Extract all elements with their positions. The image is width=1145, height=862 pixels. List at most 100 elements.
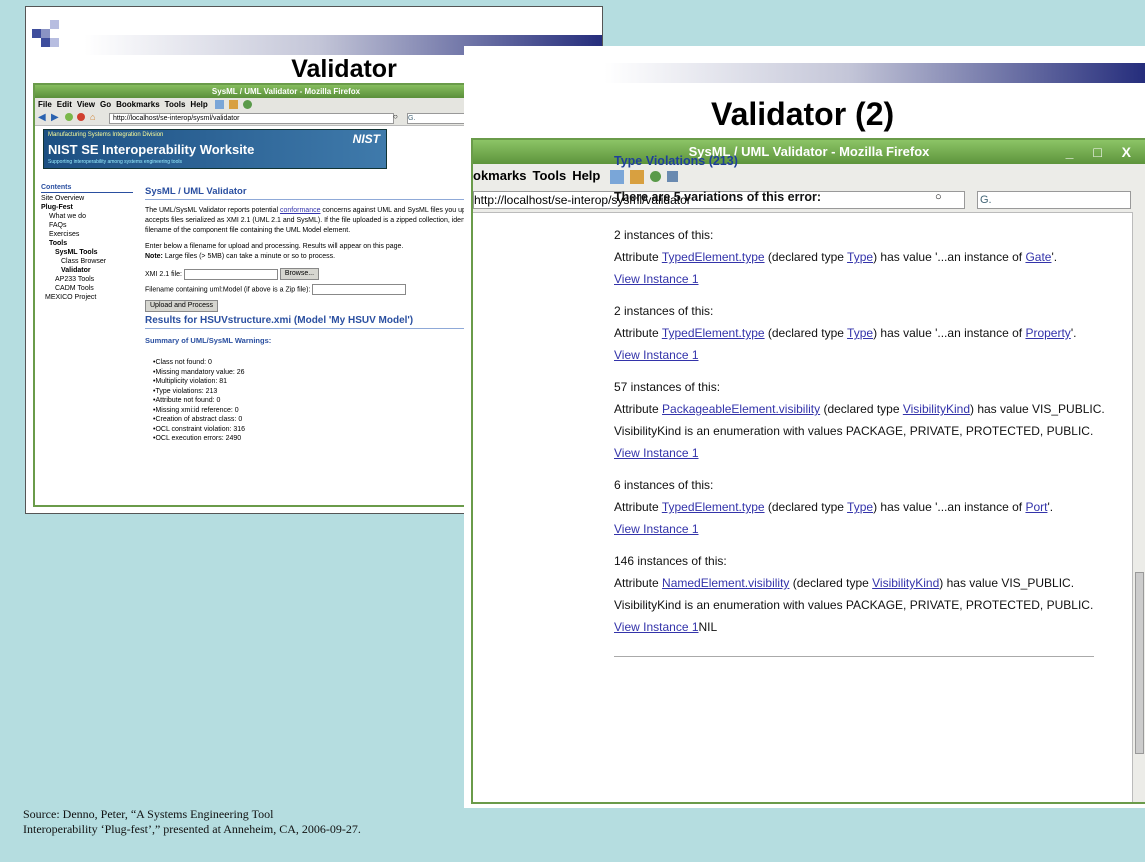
search-engine-label: G. <box>408 115 416 122</box>
divider <box>614 648 1094 657</box>
logo-square <box>41 29 50 38</box>
view-instance-link[interactable]: View Instance 1 <box>614 620 699 634</box>
value-link[interactable]: Property <box>1025 326 1070 340</box>
sidebar-item-mexico-project[interactable]: MEXICO Project <box>41 293 133 302</box>
list-item: OCL constraint violation: 316 <box>153 425 513 435</box>
nist-banner[interactable]: Manufacturing Systems Integration Divisi… <box>43 129 387 169</box>
menu-bookmarks[interactable]: Bookmarks <box>116 100 160 109</box>
type-link[interactable]: Type <box>847 326 873 340</box>
sidebar-item-class-browser[interactable]: Class Browser <box>41 257 133 266</box>
navigation-toolbar: ◀ ▶ ⌂ http://localhost/se-interop/sysml/… <box>35 111 537 126</box>
forward-icon[interactable]: ▶ <box>51 112 59 123</box>
value-link[interactable]: Gate <box>1025 250 1051 264</box>
view-instance-link[interactable]: View Instance 1 <box>614 272 699 286</box>
sidebar: Contents Site Overview Plug-Fest What we… <box>41 183 133 302</box>
browse-button[interactable]: Browse... <box>279 268 320 280</box>
folder-icon[interactable] <box>229 100 238 110</box>
type-link[interactable]: Type <box>847 500 873 514</box>
menu-tools[interactable]: Tools <box>165 100 186 109</box>
list-item: Missing mandatory value: 26 <box>153 368 513 378</box>
sidebar-item-what-we-do[interactable]: What we do <box>41 212 133 221</box>
window-title: SysML / UML Validator - Mozilla Firefox <box>211 87 361 96</box>
type-link[interactable]: VisibilityKind <box>872 576 939 590</box>
filename-input[interactable] <box>312 284 407 295</box>
sidebar-item-sysml-tools[interactable]: SysML Tools <box>41 248 133 257</box>
reload-icon[interactable] <box>65 113 73 121</box>
list-item: 57 instances of this: Attribute Packagea… <box>614 376 1105 464</box>
summary-heading: Summary of UML/SysML Warnings: <box>145 336 272 345</box>
instructions-text: Enter below a filename for upload and pr… <box>145 243 404 250</box>
sidebar-item-site-overview[interactable]: Site Overview <box>41 194 133 203</box>
list-item: Type violations: 213 <box>153 387 513 397</box>
menu-file[interactable]: File <box>38 100 52 109</box>
banner-division: Manufacturing Systems Integration Divisi… <box>48 132 164 138</box>
sidebar-item-exercises[interactable]: Exercises <box>41 230 133 239</box>
window-titlebar[interactable]: SysML / UML Validator - Mozilla Firefox … <box>35 85 537 98</box>
xmi-file-row: XMI 2.1 file: Browse... <box>145 268 513 280</box>
upload-row: Upload and Process <box>145 300 513 312</box>
enumeration-note: VisibilityKind is an enumeration with va… <box>614 424 1094 438</box>
attribute-link[interactable]: PackageableElement.visibility <box>662 402 820 416</box>
nil-text: NIL <box>698 620 718 634</box>
sidebar-item-validator[interactable]: Validator <box>41 266 133 275</box>
scrollbar-thumb[interactable] <box>1135 572 1144 754</box>
list-item: Multiplicity violation: 81 <box>153 377 513 387</box>
sidebar-item-ap233-tools[interactable]: AP233 Tools <box>41 275 133 284</box>
intro-paragraph: The UML/SysML Validator reports potentia… <box>145 206 513 236</box>
note-label: Note: <box>145 253 163 260</box>
bookmark-icon[interactable] <box>215 100 224 110</box>
instance-count: 146 instances of this: <box>614 554 727 568</box>
title-gradient-bar <box>604 63 1145 83</box>
sidebar-item-faqs[interactable]: FAQs <box>41 221 133 230</box>
home-icon[interactable]: ⌂ <box>90 112 95 122</box>
attribute-link[interactable]: TypedElement.type <box>662 500 765 514</box>
instance-count: 6 instances of this: <box>614 478 714 492</box>
list-item: Missing xmi:id reference: 0 <box>153 406 513 416</box>
attribute-link[interactable]: NamedElement.visibility <box>662 576 789 590</box>
slide-validator-2: Validator (2) SysML / UML Validator - Mo… <box>464 46 1145 808</box>
sidebar-item-plug-fest[interactable]: Plug-Fest <box>41 203 133 212</box>
type-link[interactable]: Type <box>847 250 873 264</box>
filename-label: Filename containing uml:Model (if above … <box>145 286 311 294</box>
menu-tools[interactable]: Tools <box>532 168 566 183</box>
note-text: Large files (> 5MB) can take a minute or… <box>162 253 336 260</box>
list-item: OCL execution errors: 2490 <box>153 434 513 444</box>
menu-help[interactable]: Help <box>572 168 600 183</box>
attribute-link[interactable]: TypedElement.type <box>662 326 765 340</box>
list-item: Class not found: 0 <box>153 358 513 368</box>
conformance-link[interactable]: conformance <box>280 207 320 214</box>
scrollbar[interactable] <box>1132 212 1145 802</box>
menu-help[interactable]: Help <box>190 100 207 109</box>
violation-description: Attribute TypedElement.type (declared ty… <box>614 250 1058 264</box>
url-text: http://localhost/se-interop/sysml/valida… <box>113 115 240 122</box>
violation-description: Attribute PackageableElement.visibility … <box>614 402 1105 416</box>
view-instance-link[interactable]: View Instance 1 <box>614 522 699 536</box>
menu-bookmarks[interactable]: okmarks <box>473 168 526 183</box>
url-bar[interactable]: http://localhost/se-interop/sysml/valida… <box>109 113 394 124</box>
menu-edit[interactable]: Edit <box>57 100 72 109</box>
menu-bar: File Edit View Go Bookmarks Tools Help <box>35 98 537 111</box>
sidebar-item-cadm-tools[interactable]: CADM Tools <box>41 284 133 293</box>
instance-count: 2 instances of this: <box>614 228 714 242</box>
upload-process-button[interactable]: Upload and Process <box>145 300 219 312</box>
refresh-icon[interactable] <box>243 100 252 110</box>
banner-title: NIST SE Interoperability Worksite <box>48 142 255 157</box>
stop-icon[interactable] <box>77 113 85 121</box>
menu-view[interactable]: View <box>77 100 95 109</box>
type-link[interactable]: VisibilityKind <box>903 402 970 416</box>
xmi-file-input[interactable] <box>183 268 278 280</box>
view-instance-link[interactable]: View Instance 1 <box>614 446 699 460</box>
violation-description: Attribute TypedElement.type (declared ty… <box>614 326 1077 340</box>
slide-title: Validator (2) <box>711 96 895 132</box>
value-link[interactable]: Port <box>1025 500 1047 514</box>
sidebar-item-tools[interactable]: Tools <box>41 239 133 248</box>
page-heading: SysML / UML Validator <box>145 187 513 200</box>
logo-square <box>50 20 59 29</box>
list-item: Attribute not found: 0 <box>153 396 513 406</box>
go-icon[interactable]: ○ <box>393 112 398 121</box>
list-item: 2 instances of this: Attribute TypedElem… <box>614 300 1094 366</box>
back-icon[interactable]: ◀ <box>38 112 46 123</box>
menu-go[interactable]: Go <box>100 100 111 109</box>
attribute-link[interactable]: TypedElement.type <box>662 250 765 264</box>
view-instance-link[interactable]: View Instance 1 <box>614 348 699 362</box>
